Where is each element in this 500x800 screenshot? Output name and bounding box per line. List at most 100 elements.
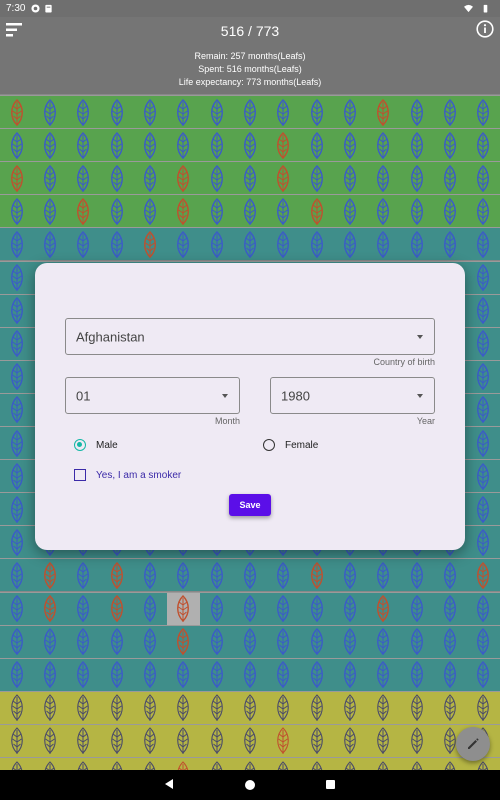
leaf-icon bbox=[100, 659, 133, 692]
leaf-icon bbox=[33, 758, 66, 770]
leaf-icon bbox=[200, 129, 233, 162]
leaf-icon bbox=[300, 692, 333, 725]
leaf-icon bbox=[400, 559, 433, 592]
leaf-icon bbox=[467, 129, 500, 162]
leaf-icon bbox=[233, 129, 266, 162]
life-expectancy-text: Life expectancy: 773 months(Leafs) bbox=[178, 77, 322, 87]
status-time: 7:30 bbox=[6, 3, 26, 14]
leaf-icon bbox=[467, 593, 500, 626]
status-bar: 7:30 bbox=[0, 0, 500, 17]
leaf-icon bbox=[33, 692, 66, 725]
leaf-icon bbox=[33, 195, 66, 228]
spent-text: Spent: 516 months(Leafs) bbox=[198, 64, 302, 74]
month-value: 01 bbox=[76, 388, 91, 403]
leaf-icon bbox=[133, 228, 166, 261]
chevron-down-icon bbox=[222, 393, 228, 398]
recents-icon[interactable] bbox=[326, 780, 335, 789]
leaf-icon bbox=[300, 626, 333, 659]
country-select[interactable]: Afghanistan bbox=[65, 318, 435, 355]
leaf-icon bbox=[433, 659, 466, 692]
leaf-icon bbox=[333, 659, 366, 692]
leaf-icon bbox=[233, 725, 266, 758]
leaf-icon bbox=[467, 526, 500, 559]
leaf-icon bbox=[67, 162, 100, 195]
leaf-icon bbox=[0, 228, 33, 261]
leaf-icon bbox=[467, 162, 500, 195]
app-header: 516 / 773 Remain: 257 months(Leafs) Spen… bbox=[0, 17, 500, 94]
leaf-icon bbox=[100, 195, 133, 228]
radio-male[interactable]: Male bbox=[74, 439, 118, 451]
radio-female[interactable]: Female bbox=[263, 439, 318, 451]
leaf-icon bbox=[100, 228, 133, 261]
leaf-row bbox=[0, 128, 500, 162]
leaf-icon bbox=[33, 626, 66, 659]
leaf-icon bbox=[200, 162, 233, 195]
leaf-row bbox=[0, 690, 500, 725]
leaf-icon bbox=[233, 96, 266, 129]
leaf-icon bbox=[67, 593, 100, 626]
leaf-icon bbox=[100, 593, 133, 626]
leaf-row bbox=[0, 95, 500, 128]
leaf-icon bbox=[467, 493, 500, 526]
leaf-icon bbox=[267, 559, 300, 592]
back-icon[interactable] bbox=[165, 779, 173, 789]
leaf-icon bbox=[0, 659, 33, 692]
leaf-icon bbox=[467, 626, 500, 659]
leaf-icon bbox=[0, 195, 33, 228]
leaf-icon bbox=[433, 758, 466, 770]
leaf-icon bbox=[433, 195, 466, 228]
page-title: 516 / 773 bbox=[220, 23, 280, 39]
leaf-icon bbox=[167, 659, 200, 692]
leaf-icon bbox=[67, 195, 100, 228]
leaf-icon bbox=[333, 725, 366, 758]
leaf-icon bbox=[400, 659, 433, 692]
smoker-checkbox[interactable] bbox=[74, 469, 86, 481]
leaf-icon bbox=[0, 692, 33, 725]
leaf-icon bbox=[233, 228, 266, 261]
leaf-icon bbox=[467, 659, 500, 692]
leaf-icon bbox=[67, 659, 100, 692]
radio-male-button[interactable] bbox=[74, 439, 86, 451]
leaf-icon bbox=[267, 162, 300, 195]
leaf-icon bbox=[233, 626, 266, 659]
leaf-icon bbox=[167, 96, 200, 129]
info-icon[interactable] bbox=[476, 20, 494, 38]
leaf-icon bbox=[367, 593, 400, 626]
leaf-icon bbox=[0, 129, 33, 162]
leaf-icon bbox=[467, 394, 500, 427]
chevron-down-icon bbox=[417, 393, 423, 398]
leaf-icon bbox=[300, 96, 333, 129]
leaf-icon bbox=[367, 725, 400, 758]
month-select[interactable]: 01 bbox=[65, 377, 240, 414]
leaf-icon bbox=[300, 758, 333, 770]
leaf-icon bbox=[33, 659, 66, 692]
leaf-icon bbox=[267, 692, 300, 725]
leaf-row bbox=[0, 757, 500, 770]
leaf-row bbox=[0, 194, 500, 228]
edit-fab[interactable] bbox=[456, 727, 490, 761]
leaf-icon bbox=[67, 129, 100, 162]
save-button[interactable]: Save bbox=[229, 494, 271, 516]
pencil-icon bbox=[468, 738, 479, 749]
leaf-icon bbox=[200, 725, 233, 758]
leaf-icon bbox=[167, 129, 200, 162]
leaf-icon bbox=[400, 626, 433, 659]
year-select[interactable]: 1980 bbox=[270, 377, 435, 414]
radio-female-button[interactable] bbox=[263, 439, 275, 451]
leaf-row bbox=[0, 624, 500, 659]
leaf-icon bbox=[67, 692, 100, 725]
leaf-icon bbox=[367, 162, 400, 195]
home-icon[interactable] bbox=[245, 780, 255, 790]
smoker-checkbox-row[interactable]: Yes, I am a smoker bbox=[74, 469, 181, 481]
leaf-icon bbox=[133, 725, 166, 758]
leaf-icon bbox=[200, 195, 233, 228]
leaf-icon bbox=[467, 692, 500, 725]
leaf-icon bbox=[0, 361, 33, 394]
leaf-row bbox=[0, 227, 500, 261]
leaf-icon bbox=[367, 659, 400, 692]
leaf-icon bbox=[433, 228, 466, 261]
leaf-icon bbox=[0, 758, 33, 770]
leaf-icon bbox=[333, 593, 366, 626]
leaf-icon bbox=[467, 262, 500, 295]
leaf-icon bbox=[167, 559, 200, 592]
